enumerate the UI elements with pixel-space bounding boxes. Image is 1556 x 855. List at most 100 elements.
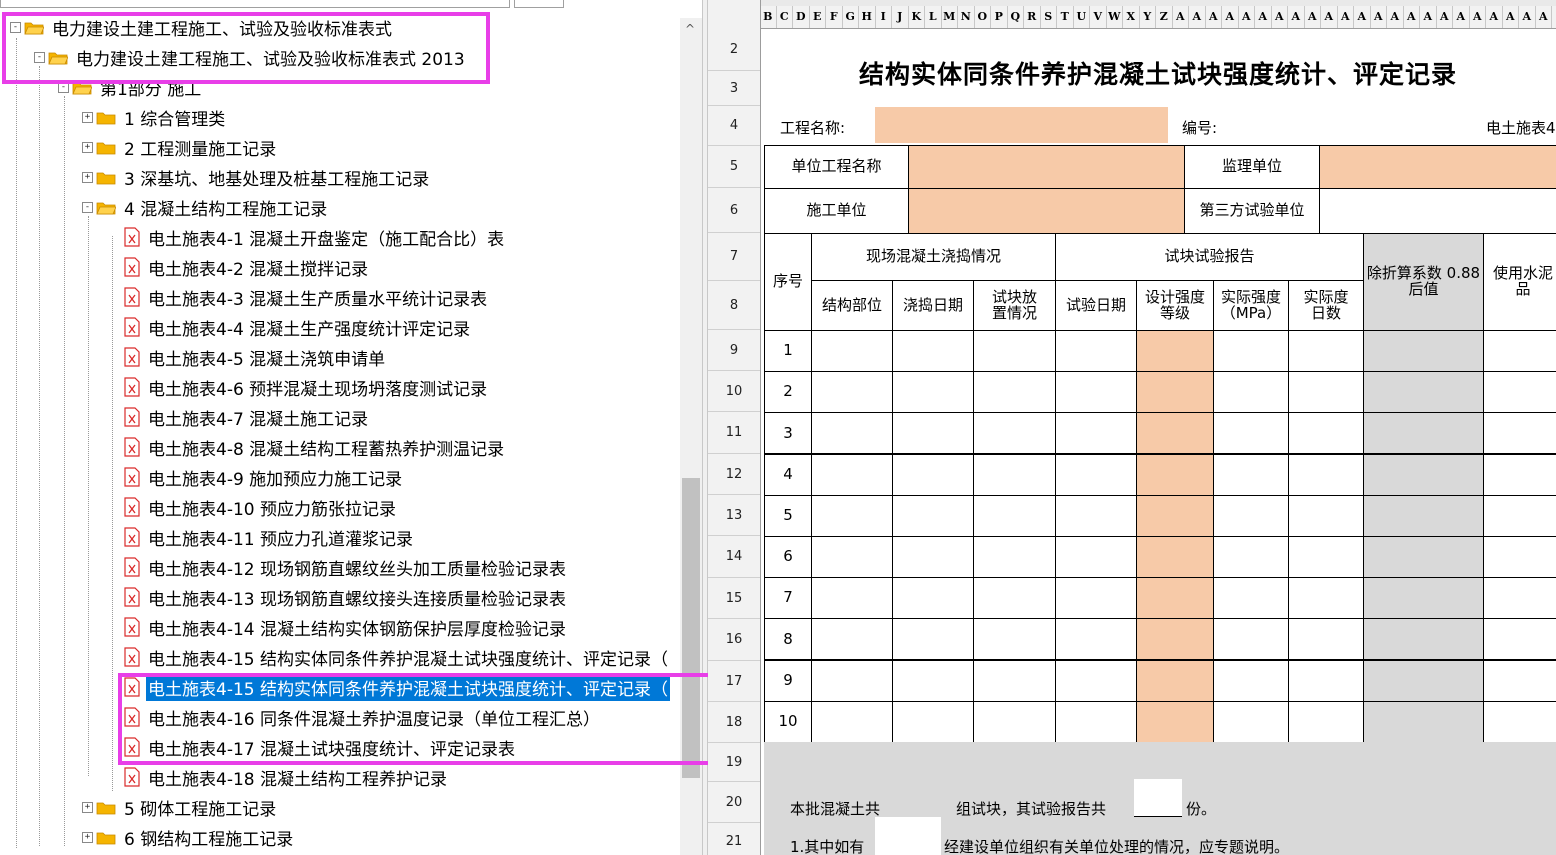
design-grade-cell[interactable] [1136, 412, 1214, 455]
test-date-cell[interactable] [1055, 371, 1137, 414]
expand-icon[interactable]: + [82, 141, 93, 153]
cement-cell[interactable] [1483, 536, 1556, 578]
actual-age-cell[interactable] [1288, 659, 1364, 702]
struct-part-cell[interactable] [811, 494, 893, 537]
column-header[interactable]: A [1255, 6, 1272, 28]
row-header[interactable]: 12 [708, 454, 760, 495]
column-header[interactable]: B [760, 6, 777, 28]
test-date-cell[interactable] [1055, 577, 1137, 620]
column-header[interactable]: R [1024, 6, 1041, 28]
tree-node-item[interactable]: 电土施表4-10 预应力筋张拉记录 [124, 492, 398, 522]
actual-age-cell[interactable] [1288, 536, 1364, 578]
column-header[interactable]: K [909, 6, 925, 28]
tree-node-item[interactable]: 电土施表4-6 预拌混凝土现场坍落度测试记录 [124, 372, 489, 402]
pour-date-cell[interactable] [892, 536, 974, 578]
column-header[interactable]: U [1074, 6, 1090, 28]
actual-age-cell[interactable] [1288, 494, 1364, 537]
design-grade-cell[interactable] [1136, 659, 1214, 702]
tree-node-category[interactable]: +6 钢结构工程施工记录 [82, 822, 295, 852]
row-header[interactable]: 10 [708, 371, 760, 412]
column-header[interactable]: A [1321, 6, 1338, 28]
construction-input[interactable] [908, 188, 1185, 234]
conversion-cell[interactable] [1363, 412, 1484, 455]
pour-date-cell[interactable] [892, 700, 974, 743]
tree-node-version[interactable]: - 电力建设土建工程施工、试验及验收标准表式 2013 [34, 42, 467, 72]
project-name-input[interactable] [875, 107, 1168, 143]
cement-cell[interactable] [1483, 371, 1556, 414]
struct-part-cell[interactable] [811, 659, 893, 702]
actual-age-cell[interactable] [1288, 700, 1364, 743]
conversion-cell[interactable] [1363, 371, 1484, 414]
row-header[interactable]: 20 [708, 782, 760, 823]
conversion-cell[interactable] [1363, 659, 1484, 702]
cement-cell[interactable] [1483, 700, 1556, 743]
row-header[interactable]: 16 [708, 619, 760, 661]
actual-strength-cell[interactable] [1213, 536, 1289, 578]
column-header[interactable]: A [1536, 6, 1552, 28]
column-header[interactable]: I [876, 6, 892, 28]
unit-project-input[interactable] [908, 145, 1185, 189]
column-header[interactable]: A [1404, 6, 1420, 28]
column-header[interactable]: E [810, 6, 826, 28]
tree-node-item[interactable]: 电土施表4-13 现场钢筋直螺纹接头连接质量检验记录表 [124, 582, 568, 612]
third-party-input[interactable] [1319, 188, 1556, 234]
column-header[interactable]: A [1206, 6, 1222, 28]
actual-age-cell[interactable] [1288, 618, 1364, 661]
row-header[interactable]: 7 [708, 233, 760, 281]
placement-cell[interactable] [973, 412, 1056, 455]
design-grade-cell[interactable] [1136, 330, 1214, 372]
tree-node-item[interactable]: 电土施表4-14 混凝土结构实体钢筋保护层厚度检验记录 [124, 612, 568, 642]
tree-node-part[interactable]: - 第1部分 施工 [58, 72, 203, 102]
placement-cell[interactable] [973, 330, 1056, 372]
tree-scrollbar[interactable]: ^ [680, 18, 702, 855]
tree-node-item[interactable]: 电土施表4-2 混凝土搅拌记录 [124, 252, 370, 282]
tree-node-item[interactable]: 电土施表4-4 混凝土生产强度统计评定记录 [124, 312, 472, 342]
pour-date-cell[interactable] [892, 618, 974, 661]
row-header[interactable]: 21 [708, 823, 760, 855]
column-header[interactable]: A [1437, 6, 1453, 28]
column-header[interactable]: Y [1140, 6, 1156, 28]
tree-node-item[interactable]: 电土施表4-15 结构实体同条件养护混凝土试块强度统计、评定记录（ [124, 642, 670, 672]
tree-node-item[interactable]: 电土施表4-11 预应力孔道灌浆记录 [124, 522, 415, 552]
tree-node-item[interactable]: 电土施表4-17 混凝土试块强度统计、评定记录表 [124, 732, 517, 762]
actual-age-cell[interactable] [1288, 371, 1364, 414]
expand-icon[interactable]: + [82, 801, 93, 813]
tree-node-category[interactable]: +5 砌体工程施工记录 [82, 792, 278, 822]
column-header[interactable]: W [1107, 6, 1123, 28]
tree-node-item[interactable]: 电土施表4-3 混凝土生产质量水平统计记录表 [124, 282, 489, 312]
pour-date-cell[interactable] [892, 412, 974, 455]
column-header[interactable]: J [892, 6, 909, 28]
actual-strength-cell[interactable] [1213, 577, 1289, 620]
design-grade-cell[interactable] [1136, 494, 1214, 537]
actual-strength-cell[interactable] [1213, 371, 1289, 414]
column-header[interactable]: A [1519, 6, 1536, 28]
expand-icon[interactable]: + [82, 831, 93, 843]
row-header[interactable]: 6 [708, 188, 760, 233]
collapse-icon[interactable]: - [34, 51, 45, 63]
struct-part-cell[interactable] [811, 618, 893, 661]
column-header[interactable]: Q [1008, 6, 1024, 28]
conversion-cell[interactable] [1363, 494, 1484, 537]
column-header[interactable]: S [1041, 6, 1057, 28]
conversion-cell[interactable] [1363, 700, 1484, 743]
row-header[interactable]: 8 [708, 281, 760, 330]
struct-part-cell[interactable] [811, 330, 893, 372]
column-header[interactable]: G [843, 6, 859, 28]
design-grade-cell[interactable] [1136, 618, 1214, 661]
column-header[interactable]: T [1057, 6, 1074, 28]
placement-cell[interactable] [973, 371, 1056, 414]
expand-icon[interactable]: + [82, 111, 93, 123]
row-header[interactable]: 11 [708, 412, 760, 454]
tree-node-item[interactable]: 电土施表4-8 混凝土结构工程蓄热养护测温记录 [124, 432, 506, 462]
tree-node-item[interactable]: 电土施表4-7 混凝土施工记录 [124, 402, 370, 432]
row-header[interactable]: 9 [708, 330, 760, 371]
struct-part-cell[interactable] [811, 700, 893, 743]
cement-cell[interactable] [1483, 494, 1556, 537]
pour-date-cell[interactable] [892, 453, 974, 496]
tree-node-category[interactable]: +1 综合管理类 [82, 102, 227, 132]
column-header[interactable]: H [859, 6, 876, 28]
column-header[interactable]: A [1453, 6, 1470, 28]
row-header[interactable]: 14 [708, 536, 760, 578]
tree-node-category[interactable]: +3 深基坑、地基处理及桩基工程施工记录 [82, 162, 431, 192]
column-header[interactable]: D [793, 6, 810, 28]
